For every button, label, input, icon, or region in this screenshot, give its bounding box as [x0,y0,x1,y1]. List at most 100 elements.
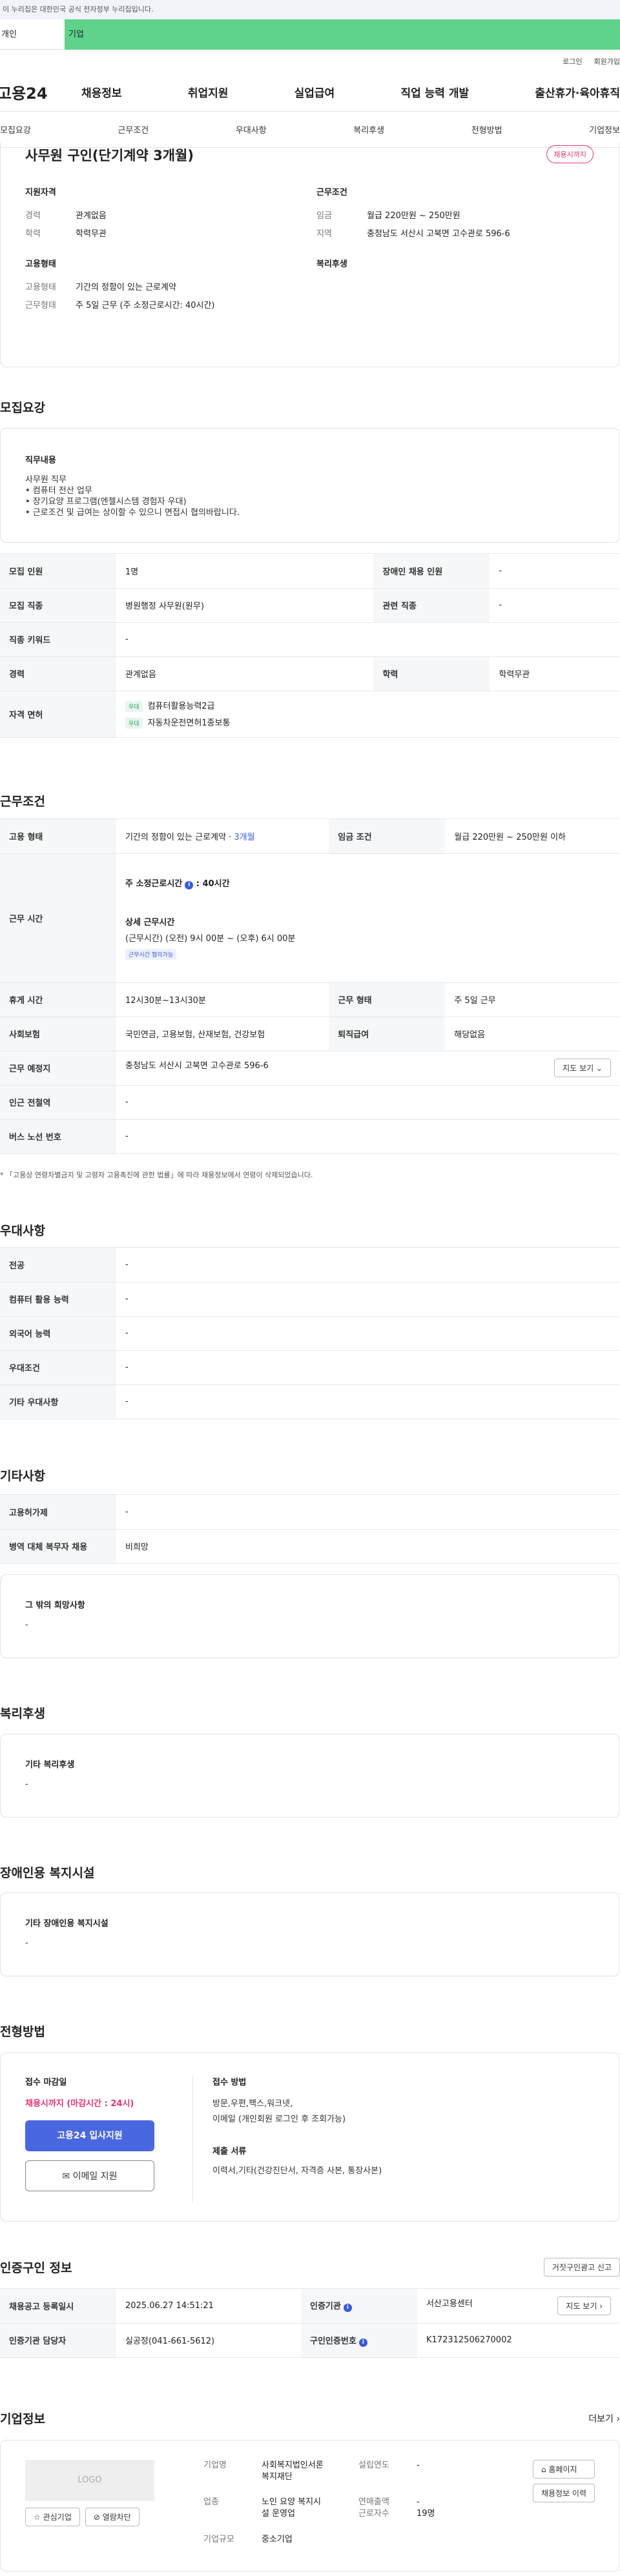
gnb-jobs[interactable]: 채용정보 [81,84,122,100]
value-line: 노인 요양 복지시 [262,2497,321,2508]
cell-header: 근무 시간 [0,853,116,983]
process-box: 접수 마감일 채용시까지 (마감시간 : 24시) 고용24 입사지원 ✉ 이메… [0,2053,620,2222]
label: 설립연도 [358,2460,389,2470]
table-row: 인증기관 담당자 실공정(041-661-5612) 구인인증번호 i K1723… [0,2323,620,2358]
cell-value: 2025.06.27 14:51:21 [116,2289,302,2324]
welfare-summary-title: 복리후생 [316,259,347,269]
company-more-link[interactable]: 더보기 › [588,2412,620,2425]
info-icon[interactable]: i [343,2304,352,2313]
value-line: - [417,2497,420,2508]
other-wish-value: - [25,1620,28,1630]
cell-value: - [116,1350,620,1385]
pref-tag: 우대 [125,718,143,729]
email-apply-button[interactable]: ✉ 이메일 지원 [25,2160,154,2191]
label: 기업명 [203,2460,227,2470]
table-row: 휴게 시간 12시30분~13시30분 근무 형태 주 5일 근무 [0,982,620,1017]
cell-header: 모집 인원 [0,554,116,589]
cell-value: 관계없음 [116,656,374,691]
homepage-button[interactable]: ⌂ 홈페이지 [532,2460,595,2479]
disability-box-title: 기타 장애인용 복지시설 [25,1919,108,1929]
subnav-pref[interactable]: 우대사항 [236,123,267,136]
disability-box: 기타 장애인용 복지시설 - [0,1892,620,1976]
duty-box: 직무내용 사무원 직무 • 컴퓨터 전산 업무 • 장기요양 프로그램(엔젤시스… [0,428,620,543]
gnb-training[interactable]: 직업 능력 개발 [400,84,469,100]
info-icon[interactable]: i [358,2338,367,2347]
company-box: LOGO ☆ 관심기업 ⊘ 열람차단 기업명 사회복지법인서론 복지재단 설립연도… [0,2440,620,2571]
subnav-welfare[interactable]: 복리후생 [353,123,384,136]
cell-header: 직종 키워드 [0,622,116,657]
etc-table: 고용허가제 - 병역 대체 복무자 채용 비희망 [0,1495,620,1564]
label-text: 근로자수 [358,2509,389,2519]
value: 기간의 정함이 있는 근로계약 [76,282,176,292]
info-icon[interactable]: i [185,880,194,889]
cell-header: 퇴직급여 [329,1017,446,1051]
cell-value: K172312506270002 [417,2323,620,2358]
weekly-hours-label: 주 소정근로시간 [125,878,183,889]
pref-table: 전공 - 컴퓨터 활용 능력 - 외국어 능력 - 우대조건 - 기타 우대사항 - [0,1248,620,1419]
cell-header: 버스 노선 번호 [0,1119,116,1154]
cell-value: 1명 [116,554,374,589]
cell-header: 인증기관 담당자 [0,2323,116,2358]
cell-header: 근무 형태 [329,982,446,1017]
cell-value: 주 5일 근무 [445,982,620,1017]
cert-title: 인증구인 정보 [0,2261,72,2275]
label: 고용형태 [25,282,56,292]
subnav-recruit[interactable]: 모집요강 [0,123,31,136]
cell-value: - [116,622,620,657]
subnav-work[interactable]: 근무조건 [118,123,149,136]
report-fake-ad-button[interactable]: 거짓구인광고 신고 [543,2258,620,2277]
cell-header: 인증기관 i [301,2289,418,2324]
apply-button[interactable]: 고용24 입사지원 [25,2120,154,2151]
cell-header: 인근 전철역 [0,1085,116,1120]
subnav-company[interactable]: 기업정보 [589,123,620,136]
signup-link[interactable]: 회원가입 [594,56,620,66]
tab-company[interactable]: 기업 [65,19,620,50]
map-view-button[interactable]: 지도 보기 › [557,2296,611,2315]
disability-box-value: - [25,1938,28,1948]
cell-header: 구인인증번호 i [301,2323,418,2358]
tab-individual[interactable]: 개인 [0,19,65,50]
table-row: 근무 시간 주 소정근로시간 i : 40시간 상세 근무시간 (근무시간) (오… [0,853,620,983]
table-row: 자격 면허 우대 컴퓨터활용능력2급 우대 자동차운전면허1종보통 [0,691,620,738]
gnb-leave[interactable]: 출산휴가·육아휴직 [535,84,620,100]
gnb-employment-support[interactable]: 취업지원 [188,84,229,100]
pref-title: 우대사항 [0,1224,45,1238]
label: 업종 [203,2497,219,2508]
value: -19명 [417,2497,468,2526]
cell-header: 고용 형태 [0,819,116,854]
cell-header: 관련 직종 [373,588,490,623]
company-title: 기업정보 [0,2412,45,2426]
table-row: 고용허가제 - [0,1495,620,1530]
welfare-box: 기타 복리후생 - [0,1734,620,1818]
table-row: 컴퓨터 활용 능력 - [0,1282,620,1317]
detail-hours: (근무시간) (오전) 9시 00분 ~ (오후) 6시 00분 [125,933,296,944]
cell-header: 근무 예정지 [0,1051,116,1086]
emp-type: 기간의 정함이 있는 근로계약 · [125,832,234,842]
table-row: 버스 노선 번호 - [0,1119,620,1154]
cell-value: 우대 컴퓨터활용능력2급 우대 자동차운전면허1종보통 [116,691,620,738]
table-row: 근무 예정지 충청남도 서산시 고북면 고수관로 596-6 지도 보기 ⌄ [0,1051,620,1086]
subnav-process[interactable]: 전형방법 [471,123,502,136]
block-company-button[interactable]: ⊘ 열람차단 [85,2508,140,2526]
cell-value: - [116,1085,620,1120]
value: - [417,2460,420,2470]
label: 근무형태 [25,300,56,310]
map-view-button[interactable]: 지도 보기 ⌄ [554,1059,611,1077]
site-logo[interactable]: 고용24 [0,81,81,103]
cell-header: 학력 [373,656,490,691]
industry: 노인 요양 복지시 설 운영업 [262,2497,358,2526]
detail-hours-label: 상세 근무시간 [125,917,175,928]
method-value: 방문,우편,팩스,워크넷, [212,2099,293,2109]
duty-line: • 장기요양 프로그램(엔젤시스템 경험자 우대) [25,497,187,507]
favorite-company-button[interactable]: ☆ 관심기업 [25,2508,80,2526]
cell-value: 월급 220만원 ~ 250만원 이하 [445,819,620,854]
company-name: 사회복지법인서론 복지재단 [262,2460,358,2489]
header-text: 인증기관 [310,2302,341,2312]
table-row: 사회보험 국민연금, 고용보험, 산재보험, 건강보험 퇴직급여 해당없음 [0,1017,620,1051]
duty-title: 직무내용 [25,456,56,465]
gnb-unemployment[interactable]: 실업급여 [294,84,335,100]
login-link[interactable]: 로그인 [563,56,582,66]
cell-header: 기타 우대사항 [0,1384,116,1419]
job-history-button[interactable]: 채용정보 이력 [532,2484,595,2502]
global-nav: 고용24 채용정보 취업지원 실업급여 직업 능력 개발 출산휴가·육아휴직 [0,73,620,112]
